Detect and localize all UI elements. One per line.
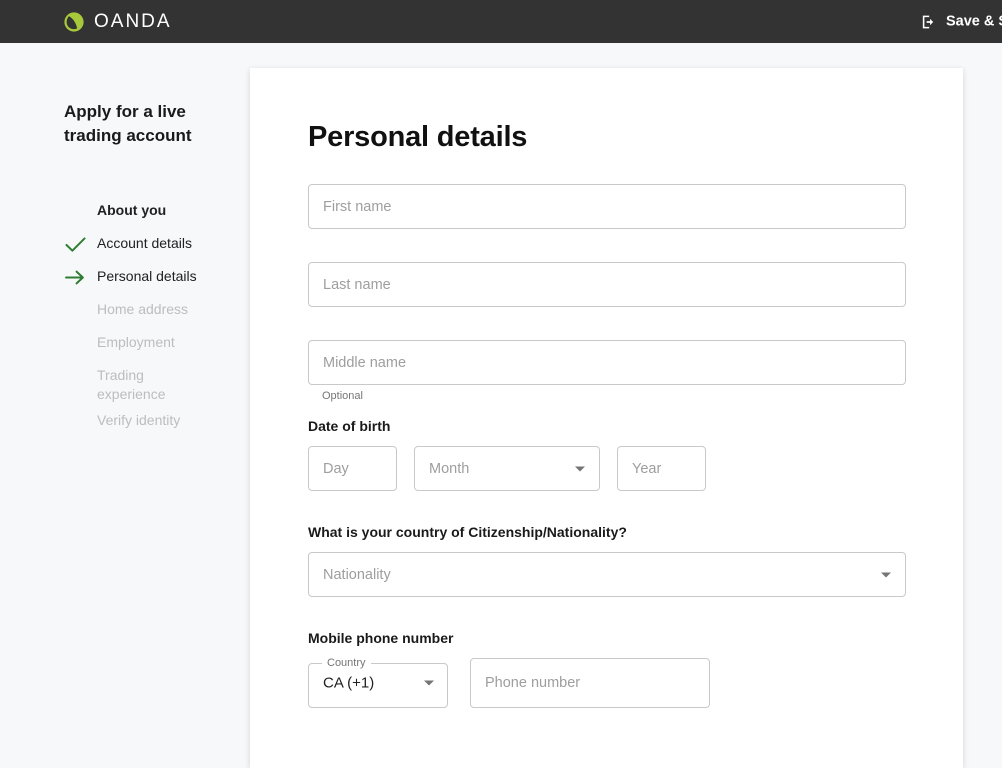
sidebar-item-employment: Employment bbox=[64, 333, 250, 366]
dob-day-placeholder: Day bbox=[323, 460, 349, 477]
sidebar-item-label: Trading experience bbox=[97, 367, 166, 402]
arrow-right-icon bbox=[65, 270, 84, 285]
dob-year-input[interactable]: Year bbox=[617, 446, 706, 491]
last-name-input[interactable]: Last name bbox=[308, 262, 906, 307]
personal-details-form: First name Last name Middle name Optiona… bbox=[308, 184, 906, 708]
sidebar-item-home-address: Home address bbox=[64, 300, 250, 333]
mobile-phone-label: Mobile phone number bbox=[308, 630, 454, 646]
top-header-bar: OANDA Save & Si bbox=[0, 0, 1002, 43]
sidebar-step-list: About you Account details Personal detai… bbox=[64, 201, 250, 444]
sidebar-item-label: Verify identity bbox=[97, 412, 181, 428]
exit-icon bbox=[922, 15, 934, 28]
middle-name-input[interactable]: Middle name bbox=[308, 340, 906, 385]
chevron-down-icon bbox=[424, 680, 434, 686]
dob-month-select[interactable]: Month bbox=[414, 446, 600, 491]
date-of-birth-row: Day Month Year bbox=[308, 446, 906, 491]
phone-country-legend-label: Country bbox=[327, 657, 366, 669]
citizenship-question-label: What is your country of Citizenship/Nati… bbox=[308, 524, 627, 540]
step-icon-empty bbox=[64, 334, 88, 353]
sidebar-item-label: About you bbox=[97, 202, 167, 218]
save-and-exit-button[interactable]: Save & Si bbox=[920, 13, 1002, 30]
sidebar: Apply for a live trading account About y… bbox=[0, 43, 250, 748]
first-name-placeholder: First name bbox=[323, 198, 392, 215]
step-icon-empty bbox=[64, 202, 88, 221]
middle-name-placeholder: Middle name bbox=[323, 354, 407, 371]
step-icon-empty bbox=[64, 412, 88, 431]
sidebar-item-trading-experience: Trading experience bbox=[64, 366, 250, 411]
sidebar-item-account-details[interactable]: Account details bbox=[64, 234, 250, 267]
sidebar-item-label: Personal details bbox=[97, 268, 197, 284]
page-title: Personal details bbox=[308, 121, 528, 153]
sidebar-item-verify-identity: Verify identity bbox=[64, 411, 250, 444]
phone-country-select[interactable]: Country CA (+1) bbox=[308, 658, 448, 708]
sidebar-item-label: Home address bbox=[97, 301, 189, 317]
sidebar-item-about-you: About you bbox=[64, 201, 250, 234]
form-card: Personal details First name Last name Mi… bbox=[250, 68, 963, 768]
chevron-down-icon bbox=[881, 572, 891, 577]
phone-number-placeholder: Phone number bbox=[485, 675, 581, 691]
nationality-select[interactable]: Nationality bbox=[308, 552, 906, 597]
phone-number-input[interactable]: Phone number bbox=[470, 658, 710, 708]
step-icon-empty bbox=[64, 301, 88, 320]
mobile-phone-row: Country CA (+1) Phone number bbox=[308, 658, 906, 708]
first-name-input[interactable]: First name bbox=[308, 184, 906, 229]
dob-year-placeholder: Year bbox=[632, 460, 662, 477]
step-icon-empty bbox=[64, 367, 88, 386]
oanda-logo-icon bbox=[64, 11, 84, 32]
sidebar-item-label: Employment bbox=[97, 334, 175, 350]
sidebar-title: Apply for a live trading account bbox=[64, 102, 192, 145]
chevron-down-icon bbox=[575, 466, 585, 471]
sidebar-item-personal-details[interactable]: Personal details bbox=[64, 267, 250, 300]
brand-wordmark: OANDA bbox=[94, 11, 172, 32]
sidebar-item-label: Account details bbox=[97, 235, 192, 251]
check-icon bbox=[65, 237, 86, 252]
nationality-placeholder: Nationality bbox=[323, 566, 391, 583]
save-and-exit-label: Save & Si bbox=[946, 13, 1002, 30]
last-name-placeholder: Last name bbox=[323, 276, 391, 293]
dob-day-input[interactable]: Day bbox=[308, 446, 397, 491]
phone-country-value: CA (+1) bbox=[323, 674, 375, 692]
date-of-birth-label: Date of birth bbox=[308, 418, 391, 434]
dob-month-placeholder: Month bbox=[429, 460, 470, 477]
middle-name-helper-text: Optional bbox=[322, 390, 363, 402]
oanda-brand[interactable]: OANDA bbox=[63, 11, 172, 33]
